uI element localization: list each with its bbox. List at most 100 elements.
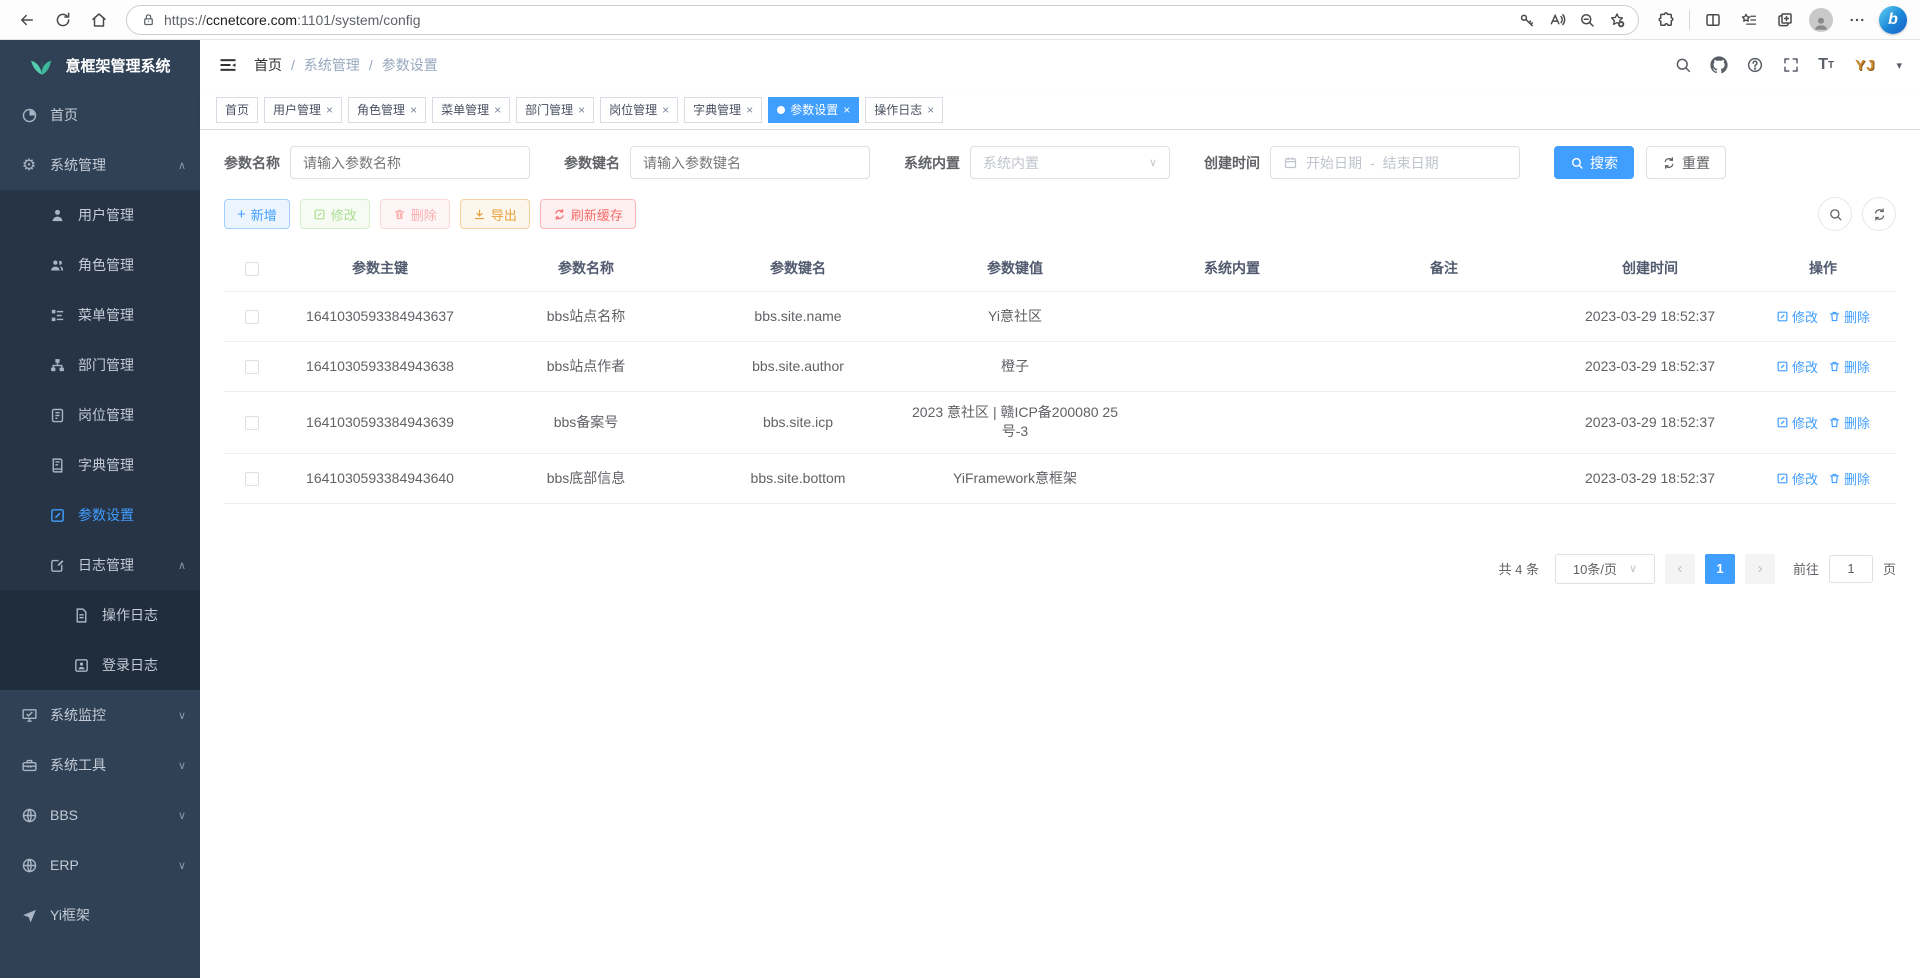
tab-close-icon[interactable]: ×: [494, 103, 501, 117]
row-edit-link[interactable]: 修改: [1776, 413, 1818, 432]
row-delete-link[interactable]: 删除: [1828, 357, 1870, 376]
row-checkbox[interactable]: [245, 416, 259, 430]
back-icon[interactable]: [10, 4, 44, 36]
tab-op-log[interactable]: 操作日志×: [865, 97, 943, 123]
row-checkbox[interactable]: [245, 310, 259, 324]
sidebar-item-monitor[interactable]: 系统监控 ∨: [0, 690, 200, 740]
sidebar-item-menu-mgmt[interactable]: 菜单管理: [0, 290, 200, 340]
tab-close-icon[interactable]: ×: [578, 103, 585, 117]
refresh-table-button[interactable]: [1862, 197, 1896, 231]
address-bar[interactable]: https://ccnetcore.com:1101/system/config: [126, 5, 1639, 35]
read-aloud-icon[interactable]: [1542, 4, 1572, 36]
breadcrumb-home[interactable]: 首页: [254, 55, 282, 75]
breadcrumb-config: 参数设置: [382, 55, 438, 75]
help-icon[interactable]: [1746, 56, 1764, 74]
row-edit-link[interactable]: 修改: [1776, 469, 1818, 488]
edit-button[interactable]: 修改: [300, 199, 370, 229]
bing-chat-icon[interactable]: b: [1876, 4, 1910, 36]
param-key-input[interactable]: [630, 146, 870, 179]
chevron-down-icon: ∨: [178, 859, 186, 872]
tab-user-mgmt[interactable]: 用户管理×: [264, 97, 342, 123]
date-range-picker[interactable]: 开始日期 - 结束日期: [1270, 146, 1520, 179]
show-search-toggle-button[interactable]: [1818, 197, 1852, 231]
collections-icon[interactable]: [1768, 4, 1802, 36]
prev-page-button[interactable]: ‹: [1665, 554, 1695, 584]
tab-role-mgmt[interactable]: 角色管理×: [348, 97, 426, 123]
sidebar-item-config[interactable]: 参数设置: [0, 490, 200, 540]
extensions-icon[interactable]: [1649, 4, 1683, 36]
search-button[interactable]: 搜索: [1554, 146, 1634, 179]
goto-page-input[interactable]: 1: [1829, 555, 1873, 583]
builtin-select[interactable]: 系统内置 ∨: [970, 146, 1170, 179]
sidebar-item-bbs[interactable]: BBS ∨: [0, 790, 200, 840]
user-icon: [48, 207, 66, 224]
refresh-icon: [1872, 207, 1887, 222]
sidebar-item-erp[interactable]: ERP ∨: [0, 840, 200, 890]
favorites-bar-icon[interactable]: [1732, 4, 1766, 36]
tab-close-icon[interactable]: ×: [927, 103, 934, 117]
sidebar-item-post-mgmt[interactable]: 岗位管理: [0, 390, 200, 440]
add-button[interactable]: +新增: [224, 199, 290, 229]
fullscreen-icon[interactable]: [1782, 56, 1800, 74]
tab-close-icon[interactable]: ×: [662, 103, 669, 117]
row-delete-link[interactable]: 删除: [1828, 469, 1870, 488]
tab-close-icon[interactable]: ×: [843, 103, 850, 117]
sidebar-item-user-mgmt[interactable]: 用户管理: [0, 190, 200, 240]
row-checkbox[interactable]: [245, 472, 259, 486]
row-edit-link[interactable]: 修改: [1776, 357, 1818, 376]
zoom-out-icon[interactable]: [1572, 4, 1602, 36]
tab-menu-mgmt[interactable]: 菜单管理×: [432, 97, 510, 123]
sidebar-item-home[interactable]: 首页: [0, 90, 200, 140]
export-button[interactable]: 导出: [460, 199, 530, 229]
tab-close-icon[interactable]: ×: [410, 103, 417, 117]
sidebar-toggle-icon[interactable]: [218, 55, 238, 75]
split-screen-icon[interactable]: [1696, 4, 1730, 36]
filter-form: 参数名称 参数键名 系统内置 系统内置 ∨ 创建时间: [224, 146, 1896, 179]
row-delete-link[interactable]: 删除: [1828, 307, 1870, 326]
favorite-add-icon[interactable]: [1602, 4, 1632, 36]
sidebar-item-login-log[interactable]: 登录日志: [0, 640, 200, 690]
sidebar-item-role-mgmt[interactable]: 角色管理: [0, 240, 200, 290]
tab-home[interactable]: 首页: [216, 97, 258, 123]
trash-icon: [1828, 360, 1841, 373]
refresh-cache-button[interactable]: 刷新缓存: [540, 199, 636, 229]
url-text: https://ccnetcore.com:1101/system/config: [164, 12, 1504, 28]
table-row: 1641030593384943639 bbs备案号 bbs.site.icp …: [224, 391, 1896, 453]
select-all-checkbox[interactable]: [245, 262, 259, 276]
page-size-select[interactable]: 10条/页∨: [1555, 554, 1655, 584]
tab-post-mgmt[interactable]: 岗位管理×: [600, 97, 678, 123]
page-1-button[interactable]: 1: [1705, 554, 1735, 584]
user-logo[interactable]: YJ: [1852, 56, 1878, 75]
param-name-input[interactable]: [290, 146, 530, 179]
sidebar-item-tools[interactable]: 系统工具 ∨: [0, 740, 200, 790]
browser-toolbar: https://ccnetcore.com:1101/system/config…: [0, 0, 1920, 40]
home-icon[interactable]: [82, 4, 116, 36]
delete-button[interactable]: 删除: [380, 199, 450, 229]
toolbox-icon: [20, 757, 38, 774]
caret-down-icon[interactable]: ▾: [1896, 59, 1902, 72]
sidebar-item-op-log[interactable]: 操作日志: [0, 590, 200, 640]
tab-close-icon[interactable]: ×: [326, 103, 333, 117]
browser-menu-icon[interactable]: [1840, 4, 1874, 36]
password-key-icon[interactable]: [1512, 4, 1542, 36]
row-checkbox[interactable]: [245, 360, 259, 374]
tab-dict-mgmt[interactable]: 字典管理×: [684, 97, 762, 123]
header-search-icon[interactable]: [1674, 56, 1692, 74]
reset-button[interactable]: 重置: [1646, 146, 1726, 179]
github-icon[interactable]: [1710, 56, 1728, 74]
row-delete-link[interactable]: 删除: [1828, 413, 1870, 432]
profile-avatar[interactable]: [1804, 4, 1838, 36]
col-param-id: 参数主键: [280, 245, 480, 291]
sidebar-item-log-mgmt[interactable]: 日志管理 ∧: [0, 540, 200, 590]
font-size-icon[interactable]: TT: [1818, 56, 1834, 74]
tab-config[interactable]: 参数设置×: [768, 97, 859, 123]
sidebar-item-system-mgmt[interactable]: ⚙ 系统管理 ∧: [0, 140, 200, 190]
tab-dept-mgmt[interactable]: 部门管理×: [516, 97, 594, 123]
sidebar-item-dept-mgmt[interactable]: 部门管理: [0, 340, 200, 390]
row-edit-link[interactable]: 修改: [1776, 307, 1818, 326]
next-page-button[interactable]: ›: [1745, 554, 1775, 584]
sidebar-item-yi-framework[interactable]: Yi框架: [0, 890, 200, 940]
sidebar-item-dict-mgmt[interactable]: 字典管理: [0, 440, 200, 490]
refresh-icon[interactable]: [46, 4, 80, 36]
tab-close-icon[interactable]: ×: [746, 103, 753, 117]
